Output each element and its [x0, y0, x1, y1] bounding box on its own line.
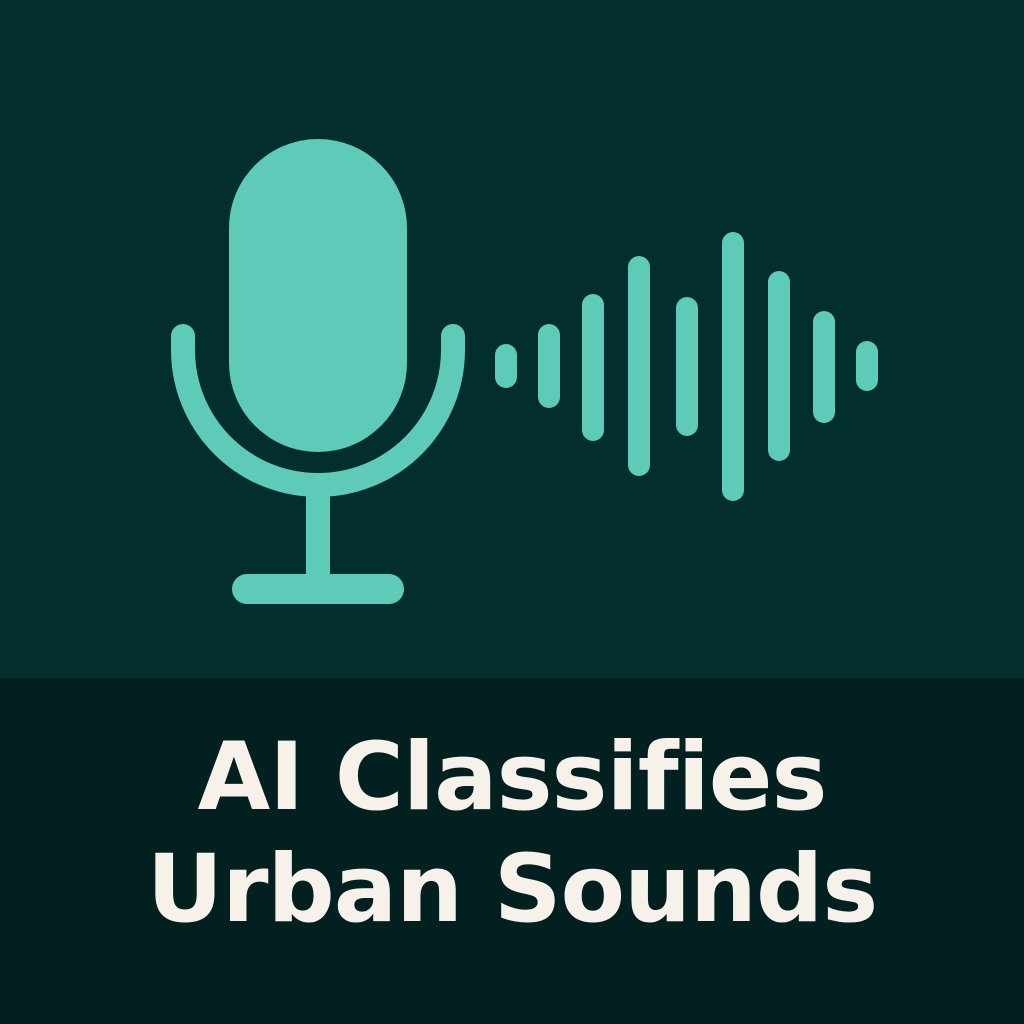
sound-wave-icon: [495, 232, 878, 501]
cover-canvas: AI Classifies Urban Sounds: [0, 0, 1024, 1024]
headline: AI Classifies Urban Sounds: [0, 722, 1024, 946]
headline-line-2: Urban Sounds: [146, 835, 878, 944]
artwork: [171, 139, 878, 604]
microphone-icon: [171, 139, 465, 604]
headline-line-1: AI Classifies: [197, 723, 827, 832]
